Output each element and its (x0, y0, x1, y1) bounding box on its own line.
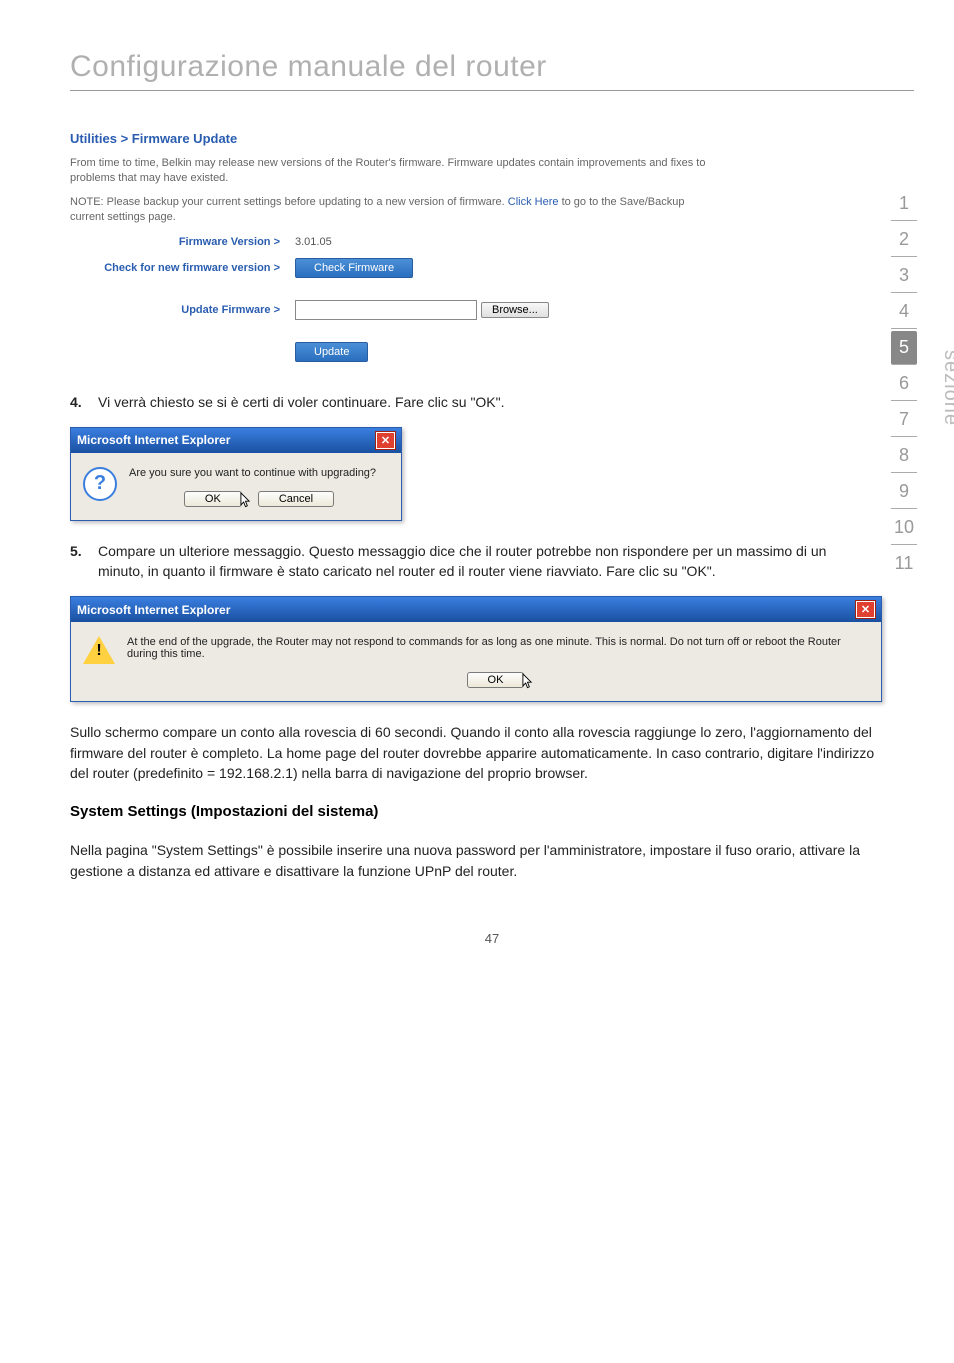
firmware-version-value: 3.01.05 (295, 236, 332, 248)
utilities-intro: From time to time, Belkin may release ne… (70, 156, 720, 187)
section-num-1: 1 (891, 187, 917, 221)
firmware-file-input[interactable] (295, 300, 477, 320)
title-divider (70, 90, 914, 91)
close-icon[interactable]: ✕ (376, 432, 395, 449)
confirm-dialog-1: Microsoft Internet Explorer ✕ ? Are you … (70, 427, 402, 521)
cursor-icon (522, 673, 533, 689)
cursor-icon (240, 492, 251, 508)
confirm-dialog-2: Microsoft Internet Explorer ✕ At the end… (70, 596, 882, 702)
section-num-9: 9 (891, 475, 917, 509)
question-icon: ? (83, 467, 117, 501)
browse-button[interactable]: Browse... (481, 302, 549, 318)
section-num-2: 2 (891, 223, 917, 257)
section-num-7: 7 (891, 403, 917, 437)
dialog2-title: Microsoft Internet Explorer (77, 603, 230, 617)
dialog2-message: At the end of the upgrade, the Router ma… (127, 636, 869, 660)
check-firmware-label: Check for new firmware version > (70, 262, 295, 274)
section-strip: 1 2 3 4 5 6 7 8 9 10 11 (874, 185, 934, 582)
dialog1-ok-button[interactable]: OK (184, 491, 242, 507)
para-system-settings: Nella pagina "System Settings" è possibi… (70, 840, 890, 881)
section-num-10: 10 (891, 511, 917, 545)
update-firmware-label: Update Firmware > (70, 304, 295, 316)
step-4: 4. Vi verrà chiesto se si è certi di vol… (70, 392, 860, 412)
click-here-link[interactable]: Click Here (508, 196, 559, 208)
check-firmware-button[interactable]: Check Firmware (295, 258, 413, 278)
dialog1-title: Microsoft Internet Explorer (77, 433, 230, 447)
section-num-8: 8 (891, 439, 917, 473)
section-num-5: 5 (891, 331, 917, 365)
utilities-note: NOTE: Please backup your current setting… (70, 195, 720, 226)
note-pre: NOTE: Please backup your current setting… (70, 196, 508, 208)
section-num-11: 11 (891, 547, 917, 580)
utilities-breadcrumb: Utilities > Firmware Update (70, 131, 720, 146)
step-5: 5. Compare un ulteriore messaggio. Quest… (70, 541, 860, 582)
close-icon[interactable]: ✕ (856, 601, 875, 618)
step-5-num: 5. (70, 541, 98, 582)
step-5-text: Compare un ulteriore messaggio. Questo m… (98, 541, 860, 582)
step-4-text: Vi verrà chiesto se si è certi di voler … (98, 392, 505, 412)
dialog2-ok-button[interactable]: OK (467, 672, 525, 688)
page-number: 47 (70, 931, 914, 946)
section-vertical-label: sezione (939, 350, 954, 426)
section-num-4: 4 (891, 295, 917, 329)
dialog1-message: Are you sure you want to continue with u… (129, 467, 389, 479)
para-countdown: Sullo schermo compare un conto alla rove… (70, 722, 890, 783)
section-num-6: 6 (891, 367, 917, 401)
update-button[interactable]: Update (295, 342, 368, 362)
system-settings-heading: System Settings (Impostazioni del sistem… (70, 803, 914, 820)
warning-icon (83, 636, 115, 664)
page-title: Configurazione manuale del router (70, 50, 914, 84)
utilities-panel: Utilities > Firmware Update From time to… (70, 131, 720, 362)
dialog1-cancel-button[interactable]: Cancel (258, 491, 334, 507)
section-num-3: 3 (891, 259, 917, 293)
step-4-num: 4. (70, 392, 98, 412)
firmware-version-label: Firmware Version > (70, 236, 295, 248)
